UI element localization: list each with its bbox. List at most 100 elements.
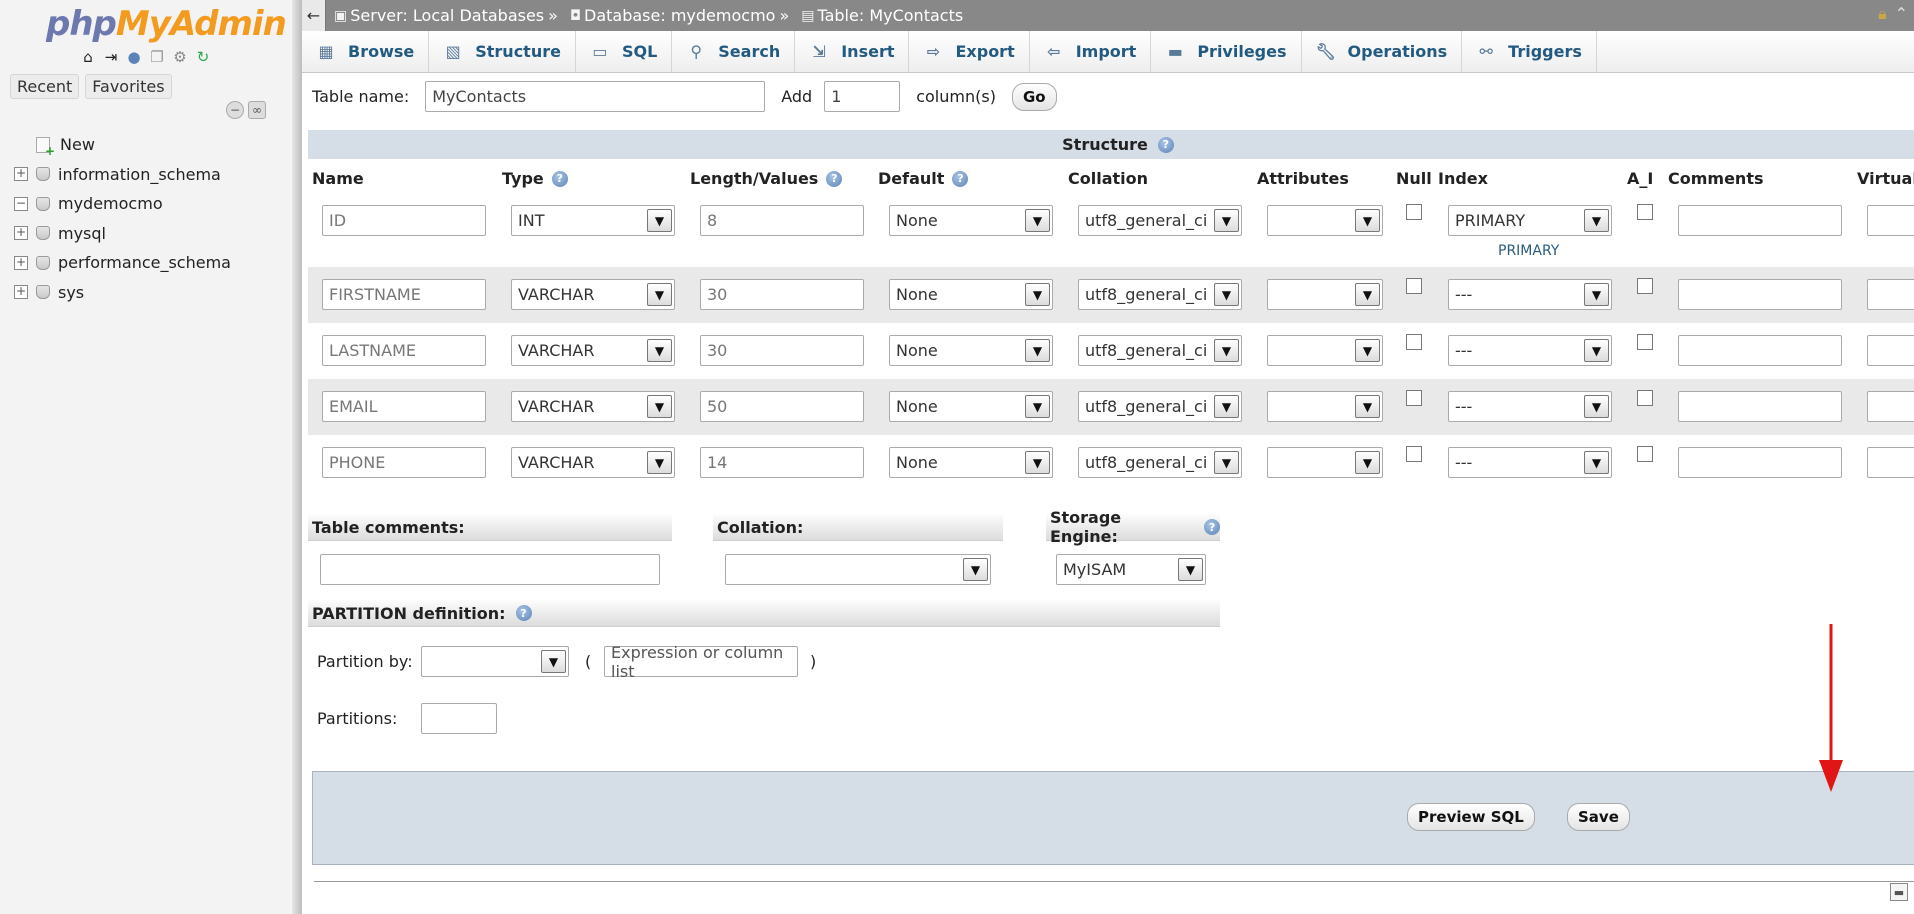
comments-input[interactable] <box>1678 391 1842 422</box>
index-select[interactable]: --- ▼ <box>1448 447 1612 478</box>
index-select[interactable]: PRIMARY ▼ <box>1448 205 1612 236</box>
lock-icon[interactable]: 🔒︎ <box>1878 4 1887 24</box>
expression-input[interactable]: Expression or column list <box>604 643 798 681</box>
null-checkbox[interactable] <box>1406 204 1422 220</box>
type-select[interactable]: VARCHAR ▼ <box>511 335 675 366</box>
tab-browse[interactable]: ▦ Browse <box>302 31 430 72</box>
index-select[interactable]: --- ▼ <box>1448 391 1612 422</box>
auto-increment-checkbox[interactable] <box>1637 204 1653 220</box>
length-input[interactable]: 30 <box>700 279 864 310</box>
auto-increment-checkbox[interactable] <box>1637 278 1653 294</box>
tab-triggers[interactable]: ⚯ Triggers <box>1462 31 1597 72</box>
help-icon[interactable]: ? <box>952 170 969 187</box>
virtuality-select[interactable] <box>1867 205 1914 236</box>
help-icon[interactable]: ● <box>124 48 144 66</box>
link-icon[interactable]: ∞ <box>248 101 266 119</box>
save-button[interactable]: Save <box>1567 803 1630 831</box>
breadcrumb-table[interactable]: ▤ Table: MyContacts <box>793 6 963 25</box>
help-icon[interactable]: ? <box>826 170 843 187</box>
column-name-input[interactable]: LASTNAME <box>322 335 486 366</box>
auto-increment-checkbox[interactable] <box>1637 446 1653 462</box>
tree-item-information-schema[interactable]: + information_schema <box>14 160 231 190</box>
partition-by-select[interactable]: ▼ <box>421 646 569 677</box>
index-select[interactable]: --- ▼ <box>1448 335 1612 366</box>
attributes-select[interactable]: ▼ <box>1267 279 1383 310</box>
index-select[interactable]: --- ▼ <box>1448 279 1612 310</box>
collation-select[interactable]: utf8_general_ci ▼ <box>1078 391 1242 422</box>
null-checkbox[interactable] <box>1406 446 1422 462</box>
collation-select[interactable]: utf8_general_ci ▼ <box>1078 447 1242 478</box>
attributes-select[interactable]: ▼ <box>1267 447 1383 478</box>
null-checkbox[interactable] <box>1406 390 1422 406</box>
go-button[interactable]: Go <box>1011 82 1057 111</box>
collation-select[interactable]: utf8_general_ci ▼ <box>1078 205 1242 236</box>
tab-import[interactable]: ⇦ Import <box>1030 31 1152 72</box>
expand-icon[interactable]: + <box>14 285 28 300</box>
auto-increment-checkbox[interactable] <box>1637 334 1653 350</box>
tree-item-sys[interactable]: + sys <box>14 278 231 308</box>
tab-structure[interactable]: ▧ Structure <box>429 31 576 72</box>
type-select[interactable]: VARCHAR ▼ <box>511 391 675 422</box>
collation-select[interactable]: utf8_general_ci ▼ <box>1078 279 1242 310</box>
index-note[interactable]: PRIMARY <box>1498 243 1559 259</box>
console-icon[interactable]: ▬ <box>1890 883 1908 901</box>
table-comments-input[interactable] <box>320 554 660 585</box>
type-select[interactable]: VARCHAR ▼ <box>511 447 675 478</box>
breadcrumb-database[interactable]: ◘ Database: mydemocmo <box>562 6 776 25</box>
column-name-input[interactable]: FIRSTNAME <box>322 279 486 310</box>
default-select[interactable]: None ▼ <box>889 447 1053 478</box>
table-name-input[interactable]: MyContacts <box>425 81 766 112</box>
tab-sql[interactable]: ▭ SQL <box>576 31 673 72</box>
default-select[interactable]: None ▼ <box>889 279 1053 310</box>
virtuality-select[interactable] <box>1867 447 1914 478</box>
comments-input[interactable] <box>1678 335 1842 366</box>
tab-export[interactable]: ⇨ Export <box>909 31 1030 72</box>
comments-input[interactable] <box>1678 447 1842 478</box>
tree-item-mydemocmo[interactable]: − mydemocmo <box>14 189 231 219</box>
null-checkbox[interactable] <box>1406 334 1422 350</box>
expand-icon[interactable]: + <box>14 167 28 182</box>
tab-search[interactable]: ⚲ Search <box>672 31 796 72</box>
expand-icon[interactable]: + <box>14 255 28 270</box>
preview-sql-button[interactable]: Preview SQL <box>1407 803 1535 831</box>
add-columns-input[interactable]: 1 <box>824 81 901 112</box>
attributes-select[interactable]: ▼ <box>1267 335 1383 366</box>
default-select[interactable]: None ▼ <box>889 391 1053 422</box>
collapse-icon[interactable]: − <box>14 196 28 211</box>
docs-icon[interactable]: ❐ <box>147 48 167 66</box>
back-arrow-icon[interactable]: ← <box>302 0 326 31</box>
virtuality-select[interactable] <box>1867 279 1914 310</box>
help-icon[interactable]: ? <box>551 170 568 187</box>
favorites-tab[interactable]: Favorites <box>85 74 172 99</box>
collation-select[interactable]: utf8_general_ci ▼ <box>1078 335 1242 366</box>
length-input[interactable]: 30 <box>700 335 864 366</box>
tree-item-performance-schema[interactable]: + performance_schema <box>14 248 231 278</box>
tab-operations[interactable]: 🔧︎ Operations <box>1302 31 1463 72</box>
auto-increment-checkbox[interactable] <box>1637 390 1653 406</box>
length-input[interactable]: 14 <box>700 447 864 478</box>
table-collation-select[interactable]: ▼ <box>725 554 991 585</box>
virtuality-select[interactable] <box>1867 391 1914 422</box>
attributes-select[interactable]: ▼ <box>1267 391 1383 422</box>
tab-privileges[interactable]: ▬ Privileges <box>1151 31 1302 72</box>
phpmyadmin-logo[interactable]: phpMyAdmin <box>46 4 287 44</box>
help-icon[interactable]: ? <box>515 605 532 621</box>
type-select[interactable]: INT ▼ <box>511 205 675 236</box>
storage-engine-select[interactable]: MyISAM ▼ <box>1056 554 1206 585</box>
collapse-top-icon[interactable]: ⌃ <box>1895 4 1908 24</box>
help-icon[interactable]: ? <box>1157 136 1174 153</box>
nav-resize-handle[interactable] <box>292 0 302 914</box>
tree-item-new[interactable]: New <box>14 130 231 160</box>
partitions-input[interactable] <box>421 703 497 734</box>
length-input[interactable]: 8 <box>700 205 864 236</box>
home-icon[interactable]: ⌂ <box>78 48 98 66</box>
column-name-input[interactable]: PHONE <box>322 447 486 478</box>
tree-item-mysql[interactable]: + mysql <box>14 219 231 249</box>
collapse-all-icon[interactable]: − <box>226 101 244 119</box>
settings-icon[interactable]: ⚙ <box>170 48 190 66</box>
null-checkbox[interactable] <box>1406 278 1422 294</box>
column-name-input[interactable]: ID <box>322 205 486 236</box>
comments-input[interactable] <box>1678 205 1842 236</box>
logout-icon[interactable]: ⇥ <box>101 48 121 66</box>
default-select[interactable]: None ▼ <box>889 205 1053 236</box>
